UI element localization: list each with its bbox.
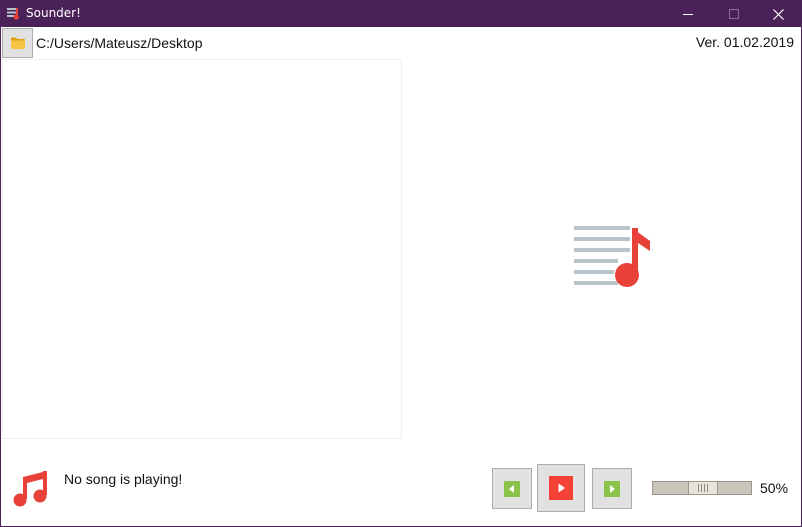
open-folder-button[interactable]	[2, 28, 33, 58]
maximize-icon	[729, 9, 739, 19]
app-window: Sounder! C:/Users/Mateusz/Desktop Ver. 0…	[0, 0, 802, 527]
window-title: Sounder!	[26, 6, 81, 20]
close-icon	[772, 8, 784, 20]
playlist-panel[interactable]	[2, 59, 402, 439]
next-icon	[604, 480, 620, 497]
volume-slider[interactable]	[652, 481, 752, 495]
previous-button[interactable]	[492, 468, 532, 509]
playlist-music-icon	[574, 226, 650, 287]
sounder-app-icon	[7, 8, 19, 20]
music-note-icon	[13, 471, 47, 507]
minimize-icon	[683, 14, 693, 15]
minimize-button[interactable]	[665, 1, 711, 27]
close-button[interactable]	[755, 1, 801, 27]
volume-percent: 50%	[760, 480, 789, 496]
title-bar[interactable]: Sounder!	[1, 1, 801, 27]
previous-icon	[504, 480, 520, 497]
volume-slider-thumb[interactable]	[688, 481, 718, 495]
play-icon	[549, 476, 573, 500]
version-label: Ver. 01.02.2019	[695, 34, 794, 50]
folder-path: C:/Users/Mateusz/Desktop	[36, 35, 203, 51]
play-button[interactable]	[537, 464, 585, 512]
maximize-button[interactable]	[711, 1, 757, 27]
next-button[interactable]	[592, 468, 632, 509]
folder-icon	[10, 37, 25, 49]
now-playing-status: No song is playing!	[64, 471, 183, 487]
